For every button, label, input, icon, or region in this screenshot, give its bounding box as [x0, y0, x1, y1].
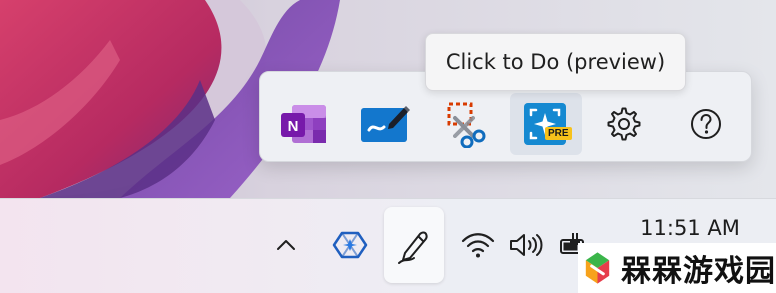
click-to-do-icon: [524, 103, 566, 145]
preview-badge: PRE: [545, 127, 572, 140]
chevron-up-icon: [277, 240, 295, 250]
help-button[interactable]: [670, 93, 742, 155]
pen-menu-button[interactable]: [384, 207, 444, 283]
click-to-do-button[interactable]: PRE: [510, 93, 582, 155]
settings-button[interactable]: [588, 93, 660, 155]
network-button[interactable]: [460, 229, 496, 261]
copilot-icon: [332, 231, 368, 259]
whiteboard-icon: [361, 106, 410, 142]
snipping-tool-button[interactable]: [431, 93, 503, 155]
click-to-do-tooltip: Click to Do (preview): [425, 33, 686, 91]
volume-button[interactable]: [506, 229, 546, 261]
wifi-icon: [461, 233, 495, 258]
copilot-button[interactable]: [330, 227, 370, 263]
gear-icon: [607, 107, 641, 141]
show-hidden-icons-button[interactable]: [270, 229, 302, 261]
snipping-tool-icon: [447, 102, 486, 148]
taskbar: 11:51 AM 槑槑游戏园: [0, 198, 776, 293]
pen-icon: [398, 231, 428, 264]
clock-time[interactable]: 11:51 AM: [628, 216, 752, 240]
site-watermark: 槑槑游戏园: [578, 243, 776, 293]
onenote-button[interactable]: N: [267, 93, 339, 155]
speaker-icon: [510, 234, 543, 256]
onenote-icon: N: [281, 105, 326, 143]
watermark-logo-icon: [585, 252, 610, 284]
help-icon: [691, 109, 721, 139]
whiteboard-button[interactable]: [349, 93, 421, 155]
watermark-text: 槑槑游戏园: [621, 254, 776, 289]
svg-text:N: N: [288, 118, 299, 135]
